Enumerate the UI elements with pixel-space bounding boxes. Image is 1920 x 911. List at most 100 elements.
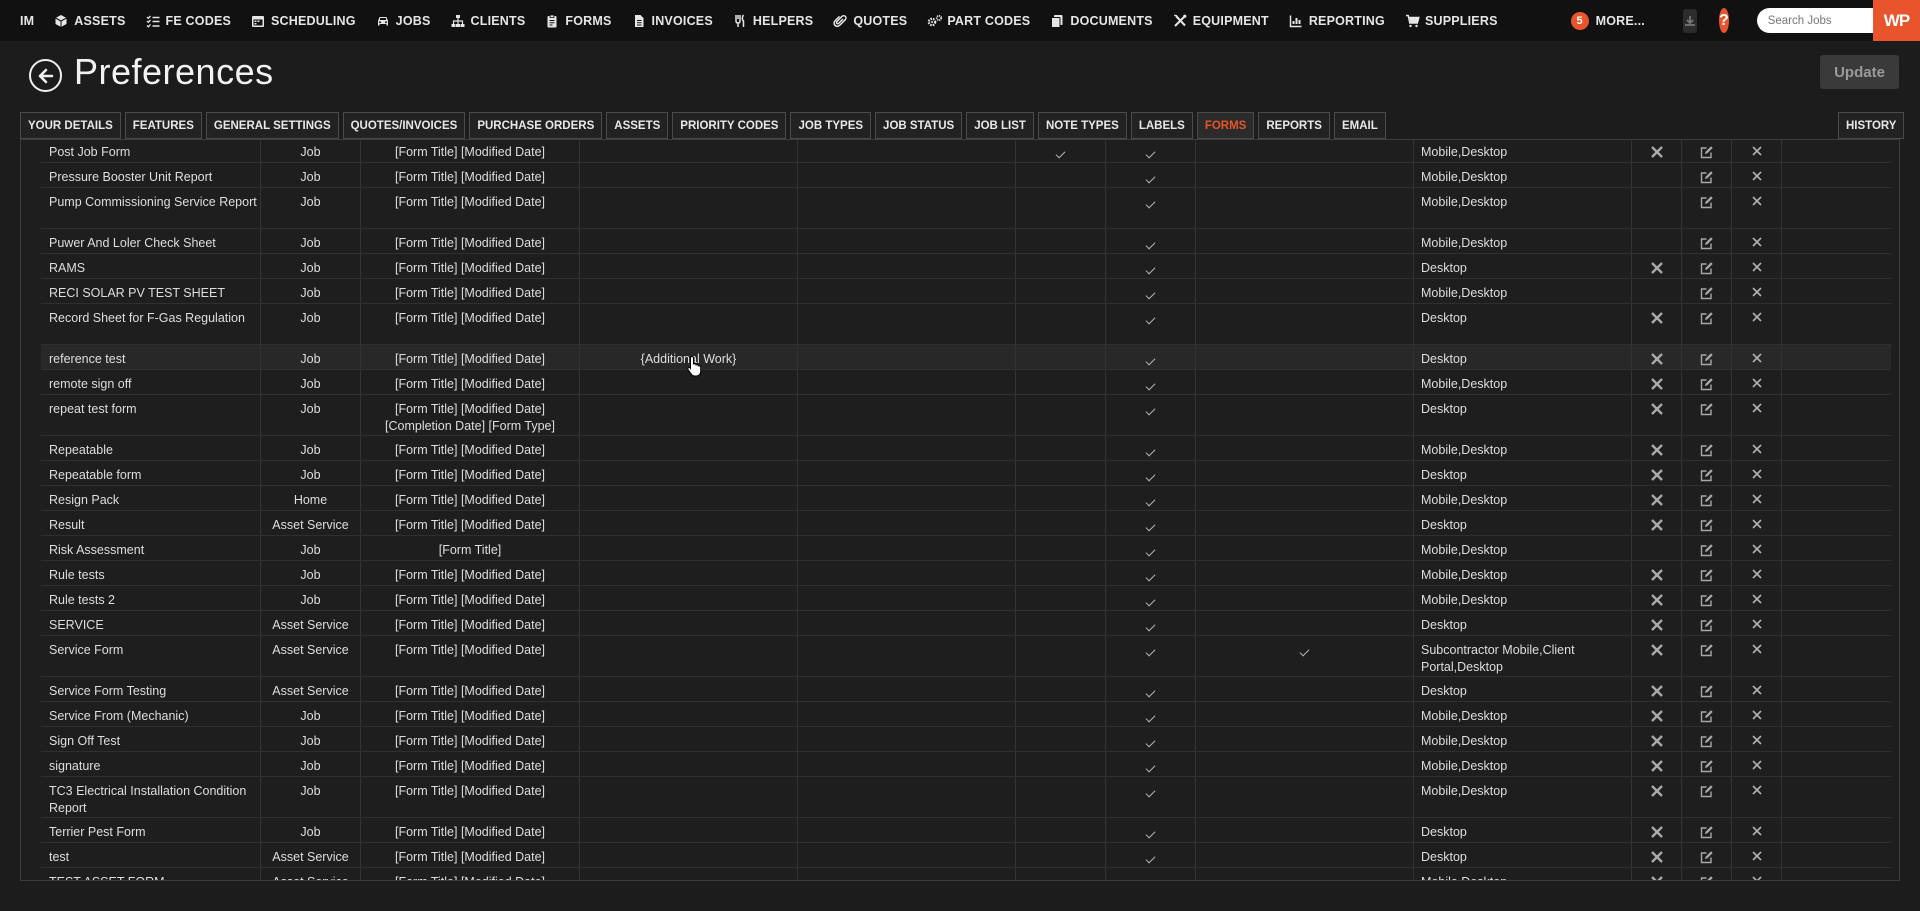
reset-icon[interactable] <box>1650 261 1664 280</box>
edit-icon[interactable] <box>1700 261 1714 280</box>
delete-icon[interactable] <box>1751 443 1763 460</box>
tab-assets[interactable]: ASSETS <box>606 112 669 139</box>
nav-item-assets[interactable]: ASSETS <box>44 0 135 41</box>
edit-icon[interactable] <box>1700 709 1714 728</box>
table-row[interactable]: Repeatable form Job [Form Title] [Modified… <box>41 461 1891 486</box>
tab-job-list[interactable]: JOB LIST <box>966 112 1034 139</box>
table-row[interactable]: RAMS Job [Form Title] [Modified Date] Deskt… <box>41 254 1891 279</box>
delete-icon[interactable] <box>1751 618 1763 635</box>
tab-general-settings[interactable]: GENERAL SETTINGS <box>205 112 339 139</box>
edit-icon[interactable] <box>1700 286 1714 305</box>
reset-icon[interactable] <box>1650 784 1664 803</box>
edit-icon[interactable] <box>1700 236 1714 255</box>
delete-icon[interactable] <box>1751 145 1763 162</box>
edit-icon[interactable] <box>1700 468 1714 487</box>
reset-icon[interactable] <box>1650 518 1664 537</box>
reset-icon[interactable] <box>1650 311 1664 330</box>
table-row[interactable]: Sign Off Test Job [Form Title] [Modified D… <box>41 727 1891 752</box>
reset-icon[interactable] <box>1650 734 1664 753</box>
delete-icon[interactable] <box>1751 377 1763 394</box>
table-row[interactable]: remote sign off Job [Form Title] [Modified… <box>41 370 1891 395</box>
edit-icon[interactable] <box>1700 734 1714 753</box>
nav-item-clients[interactable]: CLIENTS <box>441 0 536 41</box>
table-row[interactable]: Puwer And Loler Check Sheet Job [Form Titl… <box>41 229 1891 254</box>
reset-icon[interactable] <box>1650 850 1664 869</box>
reset-icon[interactable] <box>1650 618 1664 637</box>
nav-item-forms[interactable]: FORMS <box>535 0 621 41</box>
edit-icon[interactable] <box>1700 311 1714 330</box>
reset-icon[interactable] <box>1650 377 1664 396</box>
tab-your-details[interactable]: YOUR DETAILS <box>20 112 121 139</box>
nav-item-reporting[interactable]: REPORTING <box>1279 0 1395 41</box>
reset-icon[interactable] <box>1650 759 1664 778</box>
delete-icon[interactable] <box>1751 236 1763 253</box>
nav-item-fe-codes[interactable]: FE CODES <box>136 0 242 41</box>
edit-icon[interactable] <box>1700 543 1714 562</box>
delete-icon[interactable] <box>1751 311 1763 328</box>
table-row[interactable]: TEST ASSET FORMAsset Service[Form Title]… <box>41 868 1891 880</box>
reset-icon[interactable] <box>1650 593 1664 612</box>
nav-item-quotes[interactable]: QUOTES <box>823 0 917 41</box>
reset-icon[interactable] <box>1650 468 1664 487</box>
edit-icon[interactable] <box>1700 618 1714 637</box>
edit-icon[interactable] <box>1700 377 1714 396</box>
reset-icon[interactable] <box>1650 402 1664 421</box>
delete-icon[interactable] <box>1751 875 1763 880</box>
tab-email[interactable]: EMAIL <box>1333 112 1386 139</box>
edit-icon[interactable] <box>1700 759 1714 778</box>
nav-item-part-codes[interactable]: PART CODES <box>917 0 1040 41</box>
table-row[interactable]: Rule tests 2 Job [Form Title] [Modified Da… <box>41 586 1891 611</box>
reset-icon[interactable] <box>1650 825 1664 844</box>
edit-icon[interactable] <box>1700 195 1714 214</box>
delete-icon[interactable] <box>1751 468 1763 485</box>
table-row[interactable]: Resign Pack Home [Form Title] [Modified Da… <box>41 486 1891 511</box>
nav-item-im[interactable]: IM <box>0 0 44 41</box>
tab-quotes-invoices[interactable]: QUOTES/INVOICES <box>342 112 466 139</box>
delete-icon[interactable] <box>1751 593 1763 610</box>
nav-item-documents[interactable]: DOCUMENTS <box>1040 0 1162 41</box>
delete-icon[interactable] <box>1751 286 1763 303</box>
back-button[interactable] <box>29 59 62 92</box>
table-row[interactable]: Rule tests Job [Form Title] [Modified Date… <box>41 561 1891 586</box>
delete-icon[interactable] <box>1751 684 1763 701</box>
table-row[interactable]: Service Form Testing Asset Service [Form T… <box>41 677 1891 702</box>
table-row[interactable]: Service Form Asset Service [Form Title] [M… <box>41 636 1891 677</box>
edit-icon[interactable] <box>1700 170 1714 189</box>
delete-icon[interactable] <box>1751 643 1763 660</box>
tab-features[interactable]: FEATURES <box>124 112 202 139</box>
reset-icon[interactable] <box>1650 643 1664 662</box>
edit-icon[interactable] <box>1700 850 1714 869</box>
edit-icon[interactable] <box>1700 352 1714 371</box>
logo[interactable]: WP <box>1873 0 1920 41</box>
edit-icon[interactable] <box>1700 568 1714 587</box>
edit-icon[interactable] <box>1700 145 1714 164</box>
reset-icon[interactable] <box>1650 875 1664 880</box>
reset-icon[interactable] <box>1650 493 1664 512</box>
tab-job-status[interactable]: JOB STATUS <box>875 112 963 139</box>
edit-icon[interactable] <box>1700 593 1714 612</box>
tab-labels[interactable]: LABELS <box>1130 112 1193 139</box>
edit-icon[interactable] <box>1700 784 1714 803</box>
delete-icon[interactable] <box>1751 352 1763 369</box>
edit-icon[interactable] <box>1700 402 1714 421</box>
tab-forms[interactable]: FORMS <box>1196 112 1255 139</box>
table-row[interactable]: Pressure Booster Unit Report Job [Form Tit… <box>41 163 1891 188</box>
table-row[interactable]: Terrier Pest Form Job [Form Title] [Modifi… <box>41 818 1891 843</box>
delete-icon[interactable] <box>1751 784 1763 801</box>
nav-item-invoices[interactable]: INVOICES <box>622 0 723 41</box>
nav-item-helpers[interactable]: HELPERS <box>723 0 823 41</box>
table-row[interactable]: Result Asset Service [Form Title] [Modifie… <box>41 511 1891 536</box>
reset-icon[interactable] <box>1650 352 1664 371</box>
help-button[interactable]: ? <box>1718 8 1729 33</box>
delete-icon[interactable] <box>1751 261 1763 278</box>
reset-icon[interactable] <box>1650 709 1664 728</box>
more-menu-button[interactable]: 5 MORE... <box>1561 0 1655 41</box>
table-row[interactable]: SERVICE Asset Service [Form Title] [Modifi… <box>41 611 1891 636</box>
nav-item-equipment[interactable]: EQUIPMENT <box>1163 0 1279 41</box>
table-row[interactable]: Post Job Form Job [Form Title] [Modified D… <box>41 140 1891 164</box>
delete-icon[interactable] <box>1751 759 1763 776</box>
download-button[interactable] <box>1682 8 1697 33</box>
nav-item-scheduling[interactable]: SCHEDULING <box>241 0 366 41</box>
delete-icon[interactable] <box>1751 402 1763 419</box>
nav-item-jobs[interactable]: JOBS <box>366 0 441 41</box>
